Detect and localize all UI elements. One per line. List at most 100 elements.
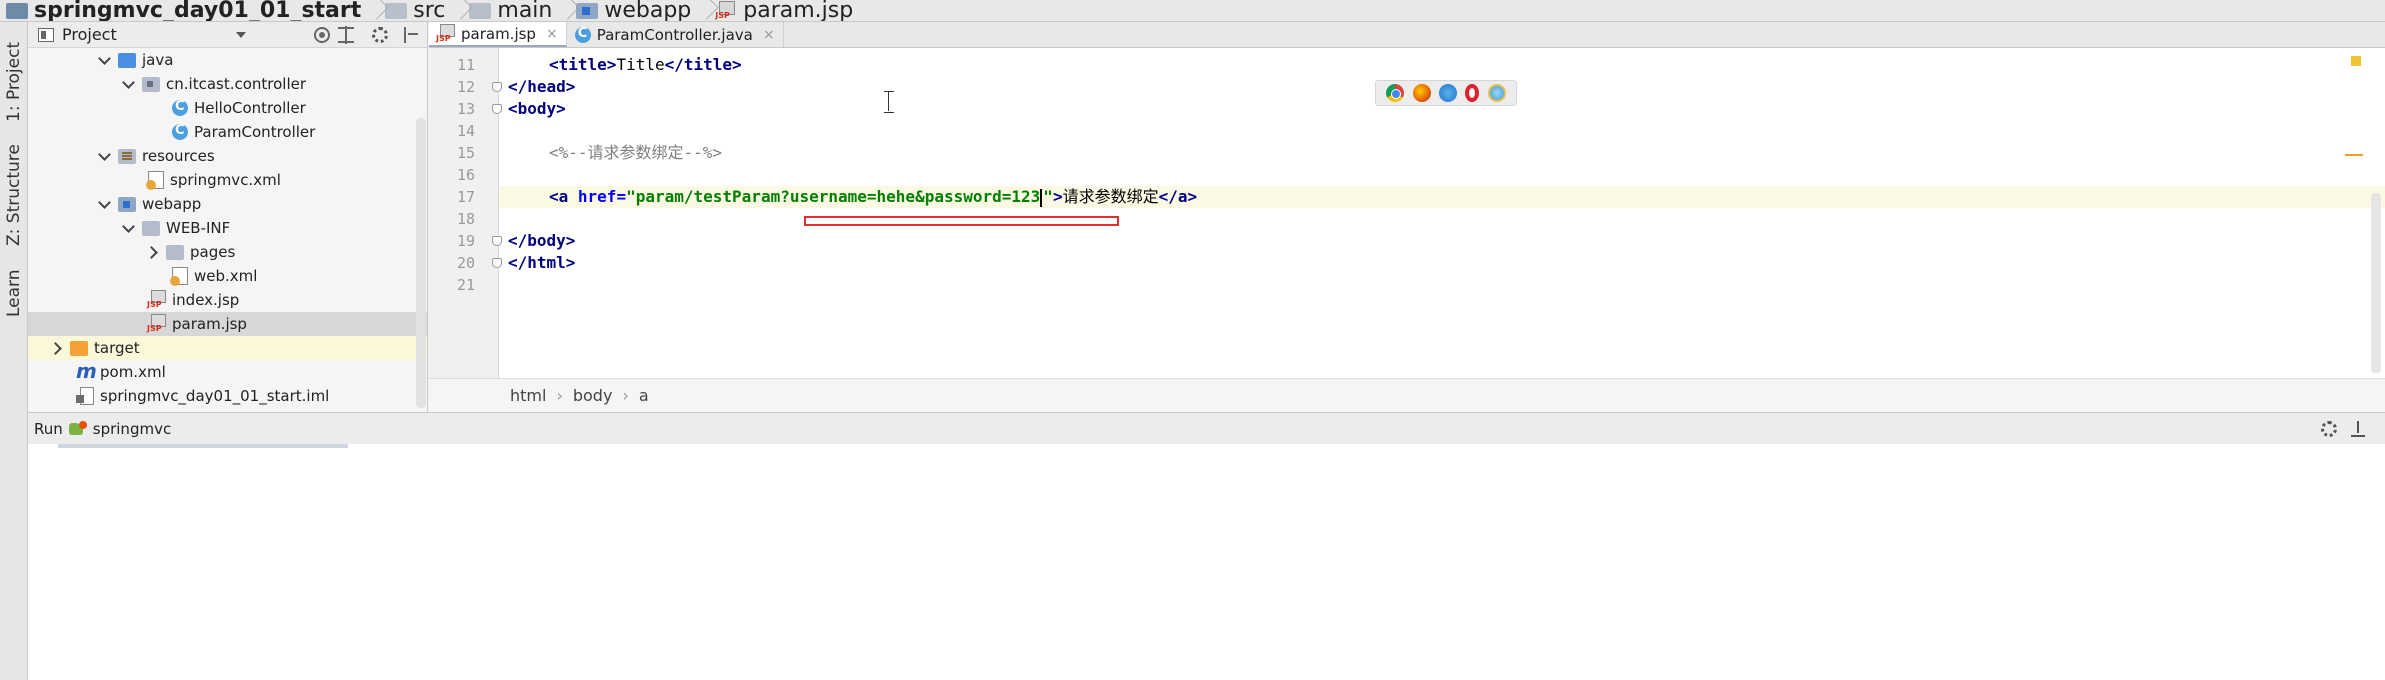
chevron-right-icon: › xyxy=(556,386,563,405)
project-view-icon xyxy=(38,27,54,42)
chevron-right-icon[interactable] xyxy=(52,343,62,353)
xml-file-icon xyxy=(146,171,164,190)
mouse-ibeam-cursor xyxy=(884,91,894,113)
chevron-down-icon[interactable] xyxy=(124,223,134,233)
breadcrumb-separator xyxy=(697,0,709,21)
code-line-15: <%--请求参数绑定--%> xyxy=(549,143,723,162)
breadcrumb-project[interactable]: springmvc_day01_01_start xyxy=(0,0,367,21)
project-panel-header: Project xyxy=(28,22,427,48)
editor-scrollbar[interactable] xyxy=(2371,193,2381,373)
excluded-folder-icon xyxy=(70,340,88,356)
code-editor[interactable]: 11 12 13 14 15 16 17 18 19 20 21 <title>… xyxy=(429,48,2385,378)
chevron-right-icon[interactable] xyxy=(148,247,158,257)
ie-icon[interactable] xyxy=(1487,84,1506,102)
gear-icon[interactable] xyxy=(372,27,388,43)
project-tool-button[interactable]: 1: Project xyxy=(2,32,26,132)
line-number: 15 xyxy=(456,144,475,162)
structure-tool-button[interactable]: Z: Structure xyxy=(2,140,26,250)
line-number: 11 xyxy=(456,56,475,74)
run-tool-window-content xyxy=(28,444,2385,680)
module-file-icon xyxy=(76,387,94,405)
chevron-down-icon[interactable] xyxy=(236,32,246,38)
breadcrumb-a[interactable]: a xyxy=(639,386,649,405)
line-number: 20 xyxy=(456,254,475,272)
chevron-down-icon[interactable] xyxy=(100,55,110,65)
breadcrumb-body[interactable]: body xyxy=(573,386,613,405)
locate-file-icon[interactable] xyxy=(314,27,330,43)
code-line-17: <a href="param/testParam?username=hehe&p… xyxy=(500,186,2385,208)
tree-item-java[interactable]: java xyxy=(28,48,427,72)
close-icon[interactable]: × xyxy=(546,26,558,42)
folder-icon xyxy=(469,2,492,19)
code-line-20: </html> xyxy=(508,253,576,272)
learn-tool-button[interactable]: Learn xyxy=(2,258,26,328)
jsp-file-icon xyxy=(715,0,737,21)
gear-icon[interactable] xyxy=(2321,421,2337,437)
collapse-all-icon[interactable] xyxy=(338,26,354,44)
tree-item-iml[interactable]: springmvc_day01_01_start.iml xyxy=(28,384,427,408)
project-panel: Project java cn.itcast.controller HelloC… xyxy=(28,22,428,412)
run-config-name[interactable]: springmvc xyxy=(93,420,171,438)
firefox-icon[interactable] xyxy=(1412,84,1431,102)
run-tool-window-header: Run springmvc xyxy=(28,412,2385,444)
chevron-down-icon[interactable] xyxy=(124,79,134,89)
tree-item-pom-xml[interactable]: pom.xml xyxy=(28,359,427,384)
line-number: 18 xyxy=(456,210,475,228)
tree-item-index-jsp[interactable]: index.jsp xyxy=(28,288,427,312)
tree-item-param-jsp[interactable]: param.jsp xyxy=(28,312,427,336)
warning-marker-icon[interactable] xyxy=(2351,56,2361,66)
tree-item-param-controller[interactable]: ParamController xyxy=(28,120,427,144)
breadcrumb-separator xyxy=(367,0,379,21)
navigation-breadcrumb: springmvc_day01_01_start src main webapp… xyxy=(0,0,2385,22)
breadcrumb-webapp[interactable]: webapp xyxy=(570,0,697,21)
text-caret xyxy=(1040,188,1043,207)
line-number: 14 xyxy=(456,122,475,140)
chevron-down-icon[interactable] xyxy=(100,199,110,209)
line-number-gutter: 11 12 13 14 15 16 17 18 19 20 21 xyxy=(429,48,502,378)
source-folder-icon xyxy=(118,52,136,68)
breadcrumb-separator xyxy=(558,0,570,21)
tree-scrollbar[interactable] xyxy=(416,118,426,408)
error-stripe xyxy=(2345,48,2365,378)
class-icon xyxy=(172,99,188,116)
tree-item-springmvc-xml[interactable]: springmvc.xml xyxy=(28,168,427,192)
editor-breadcrumb: html › body › a xyxy=(429,378,2385,412)
line-number: 17 xyxy=(456,188,475,206)
breadcrumb-src[interactable]: src xyxy=(379,0,451,21)
line-number: 12 xyxy=(456,78,475,96)
warning-line-marker[interactable] xyxy=(2345,154,2363,156)
breadcrumb-html[interactable]: html xyxy=(510,386,546,405)
spring-run-icon xyxy=(68,420,89,437)
opera-icon[interactable] xyxy=(1465,84,1480,102)
class-icon xyxy=(574,26,591,43)
chrome-icon[interactable] xyxy=(1386,84,1405,102)
line-number: 16 xyxy=(456,166,475,184)
run-tab-strip[interactable] xyxy=(58,444,348,448)
hide-panel-icon[interactable] xyxy=(2351,421,2365,437)
project-panel-title[interactable]: Project xyxy=(62,25,117,44)
close-icon[interactable]: × xyxy=(763,27,775,43)
breadcrumb-param-jsp[interactable]: param.jsp xyxy=(709,0,859,21)
tree-item-web-xml[interactable]: web.xml xyxy=(28,264,427,288)
tree-item-pages[interactable]: pages xyxy=(28,240,427,264)
web-folder-icon xyxy=(576,2,599,19)
tab-param-jsp[interactable]: param.jsp × xyxy=(429,22,567,47)
breadcrumb-main[interactable]: main xyxy=(463,0,558,21)
editor-tab-bar: param.jsp × ParamController.java × xyxy=(429,22,2385,48)
tree-item-resources[interactable]: resources xyxy=(28,144,427,168)
web-folder-icon xyxy=(118,196,136,212)
hide-panel-icon[interactable] xyxy=(402,27,418,43)
breadcrumb-separator xyxy=(451,0,463,21)
tree-item-web-inf[interactable]: WEB-INF xyxy=(28,216,427,240)
xml-file-icon xyxy=(170,267,188,286)
maven-icon xyxy=(76,359,97,383)
tree-item-hello-controller[interactable]: HelloController xyxy=(28,96,427,120)
tree-item-package[interactable]: cn.itcast.controller xyxy=(28,72,427,96)
tab-param-controller-java[interactable]: ParamController.java × xyxy=(567,22,784,47)
tree-item-target[interactable]: target xyxy=(28,336,427,360)
class-icon xyxy=(172,123,188,140)
safari-icon[interactable] xyxy=(1438,84,1457,102)
tree-item-webapp[interactable]: webapp xyxy=(28,192,427,216)
chevron-down-icon[interactable] xyxy=(100,151,110,161)
package-icon xyxy=(142,76,160,92)
